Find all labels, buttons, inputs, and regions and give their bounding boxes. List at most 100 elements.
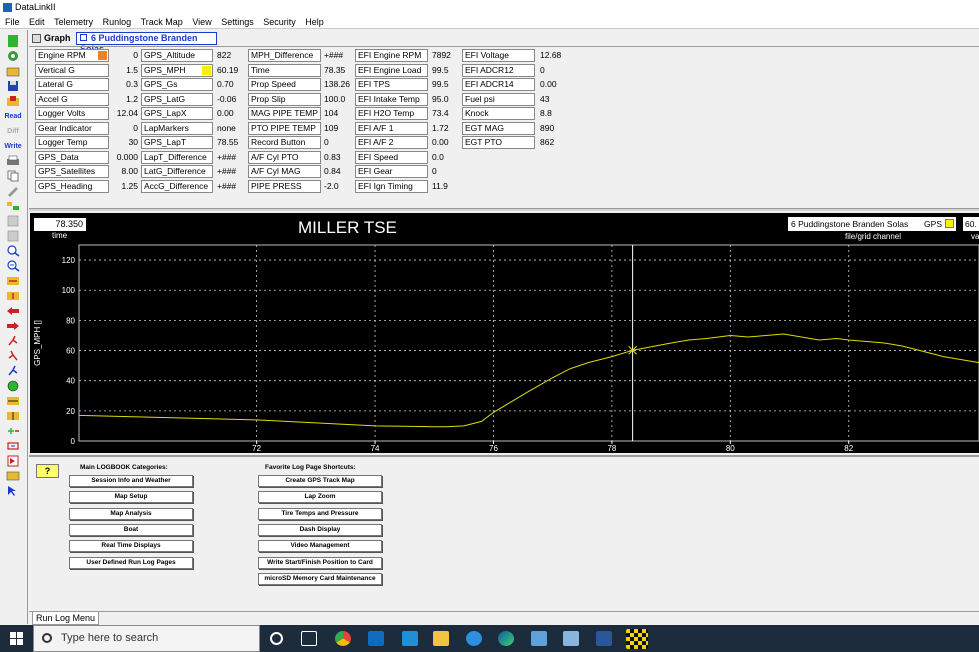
logbook-category-button[interactable]: Boat <box>69 523 193 536</box>
channel-name-box[interactable]: A/F Cyl MAG <box>248 165 321 178</box>
channel-name-box[interactable]: LapT_Difference <box>141 150 213 164</box>
channel-name-box[interactable]: GPS_LapX <box>141 107 213 120</box>
channel-name-box[interactable]: EGT MAG <box>462 121 535 135</box>
channel-setup-icon[interactable] <box>4 199 22 213</box>
cortana-icon[interactable] <box>270 632 283 645</box>
logbook-category-button[interactable]: Session Info and Weather <box>69 475 193 487</box>
edit-pencil-icon[interactable] <box>4 184 22 198</box>
channel-name-box[interactable]: Record Button <box>248 136 321 149</box>
refresh-icon[interactable] <box>4 49 22 63</box>
channel-name-box[interactable]: PTO PIPE TEMP <box>248 121 321 135</box>
graph-tab[interactable]: Graph <box>32 31 71 45</box>
channel-name-box[interactable]: GPS_LapT <box>141 136 213 149</box>
blank-tool-icon[interactable] <box>4 214 22 228</box>
channel-name-box[interactable]: Time <box>248 63 321 77</box>
runner-alt-icon[interactable] <box>4 364 22 378</box>
globe-icon[interactable] <box>4 379 22 393</box>
zoom-vertical-icon[interactable] <box>4 289 22 303</box>
channel-name-box[interactable]: GPS_Satellites <box>35 165 109 178</box>
lap-marker-icon[interactable] <box>4 454 22 468</box>
arrow-right-icon[interactable] <box>4 319 22 333</box>
outlook-icon[interactable] <box>368 631 384 646</box>
channel-name-box[interactable]: MPH_Difference <box>248 49 321 62</box>
zoom-in-icon[interactable] <box>4 244 22 258</box>
import-icon[interactable] <box>4 94 22 108</box>
menu-track-map[interactable]: Track Map <box>141 17 183 27</box>
menu-view[interactable]: View <box>192 17 211 27</box>
channel-name-box[interactable]: GPS_Altitude <box>141 49 213 62</box>
menu-runlog[interactable]: Runlog <box>103 17 132 27</box>
menu-help[interactable]: Help <box>305 17 324 27</box>
channel-name-box[interactable]: AccG_Difference <box>141 179 213 193</box>
task-view-icon[interactable] <box>301 631 317 646</box>
pointer-help-icon[interactable] <box>4 484 22 498</box>
channel-name-box[interactable]: Prop Slip <box>248 92 321 106</box>
channel-name-box[interactable]: EFI Engine RPM <box>355 49 428 62</box>
track-map-icon[interactable] <box>4 469 22 483</box>
notepad-app-icon[interactable] <box>563 631 579 646</box>
channel-name-box[interactable]: EFI Intake Temp <box>355 92 428 106</box>
logbook-category-button[interactable]: Map Analysis <box>69 507 193 520</box>
channel-name-box[interactable]: Fuel psi <box>462 92 535 106</box>
favorite-shortcut-button[interactable]: Dash Display <box>258 523 382 536</box>
channel-name-box[interactable]: Vertical G <box>35 63 109 77</box>
channel-name-box[interactable]: PIPE PRESS <box>248 179 321 193</box>
help-button[interactable]: ? <box>36 464 59 478</box>
file-explorer-icon[interactable] <box>433 631 449 646</box>
windows-start-icon[interactable] <box>10 632 23 645</box>
channel-name-box[interactable]: Knock <box>462 107 535 120</box>
channel-name-box[interactable]: EFI Ign Timing <box>355 179 428 193</box>
menu-file[interactable]: File <box>5 17 20 27</box>
logbook-category-button[interactable]: Real Time Displays <box>69 540 193 553</box>
bluetooth-transfer-icon[interactable] <box>402 631 418 646</box>
menu-security[interactable]: Security <box>263 17 296 27</box>
runner-back-icon[interactable] <box>4 349 22 363</box>
channel-name-box[interactable]: EFI H2O Temp <box>355 107 428 120</box>
channel-name-box[interactable]: Logger Volts <box>35 107 109 120</box>
print-icon[interactable] <box>4 154 22 168</box>
word-icon[interactable] <box>596 631 612 646</box>
internet-explorer-icon[interactable] <box>466 631 482 646</box>
menu-telemetry[interactable]: Telemetry <box>54 17 93 27</box>
new-file-icon[interactable] <box>4 34 22 48</box>
runner-icon[interactable] <box>4 334 22 348</box>
channel-name-box[interactable]: A/F Cyl PTO <box>248 150 321 164</box>
channel-name-box[interactable]: EFI ADCR12 <box>462 63 535 77</box>
channel-name-box[interactable]: GPS_Gs <box>141 78 213 91</box>
diff-button[interactable]: Diff <box>4 124 22 138</box>
edge-icon[interactable] <box>498 631 514 646</box>
taskbar-search-input[interactable]: Type here to search <box>33 625 260 652</box>
favorite-shortcut-button[interactable]: Video Management <box>258 540 382 553</box>
channel-name-box[interactable]: EFI Speed <box>355 150 428 164</box>
channel-name-box[interactable]: GPS_Heading <box>35 179 109 193</box>
menu-edit[interactable]: Edit <box>29 17 45 27</box>
favorite-shortcut-button[interactable]: Tire Temps and Pressure <box>258 507 382 520</box>
channel-name-box[interactable]: EFI Gear <box>355 165 428 178</box>
channel-name-box[interactable]: LapMarkers <box>141 121 213 135</box>
favorite-shortcut-button[interactable]: microSD Memory Card Maintenance <box>258 572 382 585</box>
channel-name-box[interactable]: GPS_Data <box>35 150 109 164</box>
channel-name-box[interactable]: EFI Voltage <box>462 49 535 62</box>
channel-name-box[interactable]: Engine RPM <box>35 49 109 62</box>
channel-name-box[interactable]: EFI ADCR14 <box>462 78 535 91</box>
write-button[interactable]: Write <box>4 139 22 153</box>
logbook-category-button[interactable]: User Defined Run Log Pages <box>69 556 193 569</box>
zoom-out-icon[interactable] <box>4 259 22 273</box>
sync-arrows-icon[interactable] <box>4 394 22 408</box>
channel-name-box[interactable]: GPS_MPH <box>141 63 213 77</box>
channel-name-box[interactable]: LatG_Difference <box>141 165 213 178</box>
chrome-icon[interactable] <box>335 631 351 646</box>
loop-icon[interactable] <box>4 439 22 453</box>
menu-settings[interactable]: Settings <box>221 17 254 27</box>
tab-run-log-menu[interactable]: Run Log Menu <box>32 612 100 625</box>
channel-name-box[interactable]: EFI A/F 2 <box>355 136 428 149</box>
save-icon[interactable] <box>4 79 22 93</box>
favorite-shortcut-button[interactable]: Create GPS Track Map <box>258 475 382 487</box>
channel-name-box[interactable]: Accel G <box>35 92 109 106</box>
zoom-horizontal-icon[interactable] <box>4 274 22 288</box>
channel-name-box[interactable]: EFI TPS <box>355 78 428 91</box>
read-button[interactable]: Read <box>4 109 22 123</box>
channel-name-box[interactable]: MAG PIPE TEMP <box>248 107 321 120</box>
favorite-shortcut-button[interactable]: Write Start/Finish Position to Card <box>258 556 382 569</box>
arrow-left-icon[interactable] <box>4 304 22 318</box>
